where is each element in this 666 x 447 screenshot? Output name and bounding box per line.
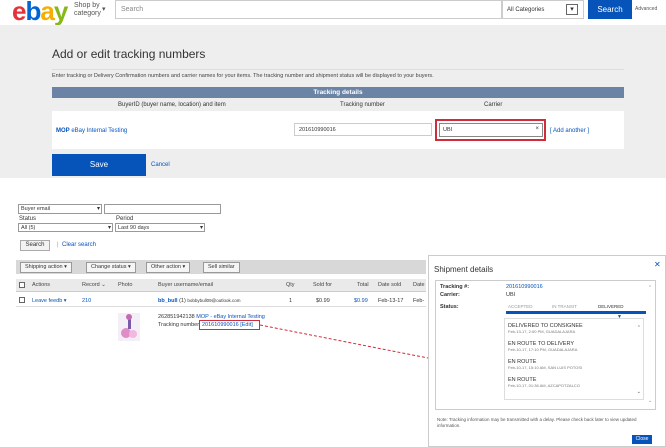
page-title: Add or edit tracking numbers [52, 47, 206, 61]
header-buyer: Buyer username/email [158, 282, 214, 288]
close-button[interactable]: Close [632, 435, 652, 444]
shipment-note: Note: Tracking information may be transm… [437, 417, 637, 428]
filter-search-button[interactable]: Search [20, 240, 50, 251]
step-accepted: ACCEPTED [508, 304, 533, 309]
save-button[interactable]: Save [52, 154, 146, 176]
column-header-carrier: Carrier [484, 102, 503, 108]
header-date: Date [413, 282, 425, 288]
header-total: Total [357, 282, 369, 288]
record-number[interactable]: 210 [82, 298, 91, 304]
date-value: Feb- [413, 298, 425, 304]
status-label: Status [19, 216, 37, 222]
status-label: Status: [440, 304, 459, 310]
clear-icon[interactable]: × [535, 126, 539, 132]
progress-bar [506, 311, 646, 314]
shop-by-category[interactable]: Shop by category ▾ [74, 2, 106, 18]
separator: | [57, 242, 59, 248]
qty-value: 1 [289, 298, 293, 304]
status-select[interactable]: All (5) ▾ [18, 223, 113, 232]
advanced-link[interactable]: Advanced [635, 6, 657, 12]
total-value[interactable]: $0.99 [354, 298, 368, 304]
modal-title: Shipment details [434, 265, 494, 274]
close-icon[interactable]: ✕ [654, 260, 661, 269]
select-all-checkbox[interactable] [19, 282, 25, 288]
list-item: DELIVERED TO CONSIGNEE Feb-13-17, 2:00 P… [508, 323, 583, 334]
step-in-transit: IN TRANSIT [552, 304, 577, 309]
list-item: EN ROUTE TO DELIVERY Feb-10-17, 17:10 PM… [508, 341, 578, 352]
chevron-down-icon: ▾ [102, 6, 106, 13]
period-label: Period [116, 216, 134, 222]
leave-feedback-button[interactable]: Leave feedb ▾ [32, 298, 67, 304]
clear-search-link[interactable]: Clear search [62, 242, 96, 248]
buyer-item-link[interactable]: MOP eBay Internal Testing [56, 128, 127, 134]
other-action-button[interactable]: Other action ▾ [146, 262, 191, 273]
tracking-value: 201610990016 [506, 284, 543, 290]
column-header-buyer: BuyerID (buyer name, location) and item [118, 102, 226, 108]
header-date-sold: Date sold [378, 282, 402, 288]
tracking-label: Tracking #: [440, 284, 470, 290]
tracking-number-label: Tracking number: [158, 322, 201, 328]
column-header-tracking: Tracking number [340, 102, 385, 108]
modal-scroll-down-icon[interactable]: ⌄ [648, 398, 652, 404]
sell-similar-button[interactable]: Sell similar [203, 262, 240, 273]
chevron-down-icon: ▾ [96, 206, 100, 212]
header-photo: Photo [118, 282, 133, 288]
tracking-events-list[interactable]: DELIVERED TO CONSIGNEE Feb-13-17, 2:00 P… [504, 318, 644, 400]
carrier-input[interactable]: UBI × [439, 123, 543, 137]
list-scroll-down-icon[interactable]: ⌄ [637, 389, 641, 395]
header-qty: Qty [286, 282, 295, 288]
modal-scroll-up-icon[interactable]: ⌃ [648, 285, 652, 291]
period-select[interactable]: Last 90 days ▾ [115, 223, 205, 232]
row-checkbox[interactable] [19, 297, 25, 303]
date-sold-value: Feb-13-17 [378, 298, 404, 304]
chevron-down-icon: ▾ [107, 225, 111, 231]
carrier-label: Carrier: [440, 292, 460, 298]
tracking-highlight [199, 320, 260, 330]
sold-for-value: $0.99 [316, 298, 330, 304]
chevron-down-icon: ▾ [199, 225, 203, 231]
tracking-number-input[interactable]: 201610990016 [294, 123, 432, 136]
buyer-info: bb_bull (1) bobbybull09@outlook.com [158, 298, 241, 304]
carrier-value: UBI [506, 292, 516, 298]
search-button[interactable]: Search [588, 0, 632, 19]
cancel-link[interactable]: Cancel [151, 162, 170, 168]
header-record[interactable]: Record ⌄ [82, 282, 106, 288]
ebay-logo[interactable]: ebay [12, 0, 68, 24]
annotation-arrow [259, 324, 429, 359]
buyer-field-select[interactable]: Buyer email ▾ [18, 204, 102, 214]
tracking-details-header: Tracking details [52, 87, 624, 98]
change-status-button[interactable]: Change status ▾ [86, 262, 136, 273]
instructions-text: Enter tracking or Delivery Confirmation … [52, 73, 434, 79]
shipping-action-button[interactable]: Shipping action ▾ [20, 262, 72, 273]
search-input[interactable]: Search [115, 0, 502, 19]
list-scroll-up-icon[interactable]: ⌃ [637, 325, 641, 331]
step-delivered: DELIVERED [598, 304, 624, 309]
item-photo[interactable] [118, 313, 140, 341]
list-item: EN ROUTE Feb-10-17, 15:10 AM, SAN LUIS P… [508, 359, 583, 370]
chevron-down-icon: ▾ [566, 4, 578, 15]
buyer-search-input[interactable] [104, 204, 221, 214]
header-sold-for: Sold for [313, 282, 332, 288]
list-item: EN ROUTE Feb-10-17, 01:36 AM, AZCAPOTZAL… [508, 377, 580, 388]
add-another-link[interactable]: [ Add another ] [550, 128, 589, 134]
header-actions: Actions [32, 282, 51, 288]
divider [52, 69, 624, 70]
category-select[interactable]: All Categories ▾ [502, 0, 584, 19]
